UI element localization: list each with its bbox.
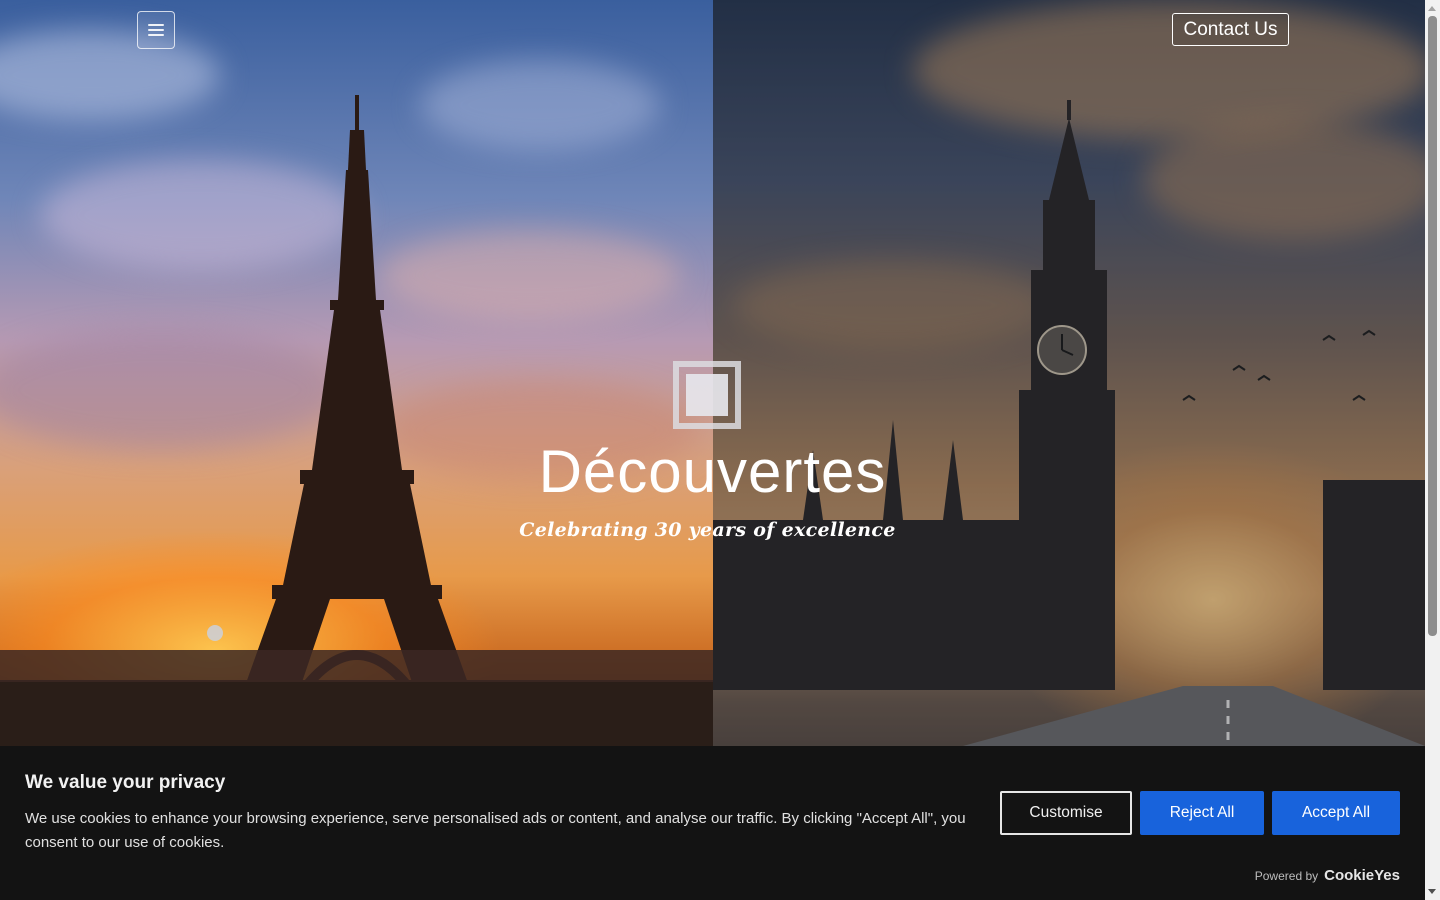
- square-frame-logo: [673, 361, 741, 429]
- cookie-consent-banner: We value your privacy We use cookies to …: [0, 746, 1425, 900]
- page-scrollbar[interactable]: [1425, 0, 1440, 900]
- cookieyes-logo[interactable]: CookieYes: [1324, 867, 1400, 884]
- scroll-down-arrow-icon[interactable]: [1428, 889, 1436, 894]
- accept-all-button[interactable]: Accept All: [1272, 791, 1400, 835]
- cookie-banner-title: We value your privacy: [25, 772, 226, 793]
- powered-by-text: Powered by: [1254, 869, 1319, 883]
- customise-button[interactable]: Customise: [1000, 791, 1132, 835]
- contact-us-button[interactable]: Contact Us: [1172, 13, 1289, 46]
- site-title: Découvertes: [538, 438, 887, 505]
- cookie-banner-text: We use cookies to enhance your browsing …: [25, 810, 966, 851]
- scroll-thumb[interactable]: [1428, 16, 1437, 636]
- site-tagline: Celebrating 30 years of excellence: [519, 519, 896, 541]
- hamburger-icon: [148, 24, 164, 36]
- menu-toggle-button[interactable]: [137, 11, 175, 49]
- scroll-up-arrow-icon[interactable]: [1428, 6, 1436, 11]
- reject-all-button[interactable]: Reject All: [1140, 791, 1264, 835]
- powered-by-label: Powered by CookieYes: [1255, 867, 1400, 884]
